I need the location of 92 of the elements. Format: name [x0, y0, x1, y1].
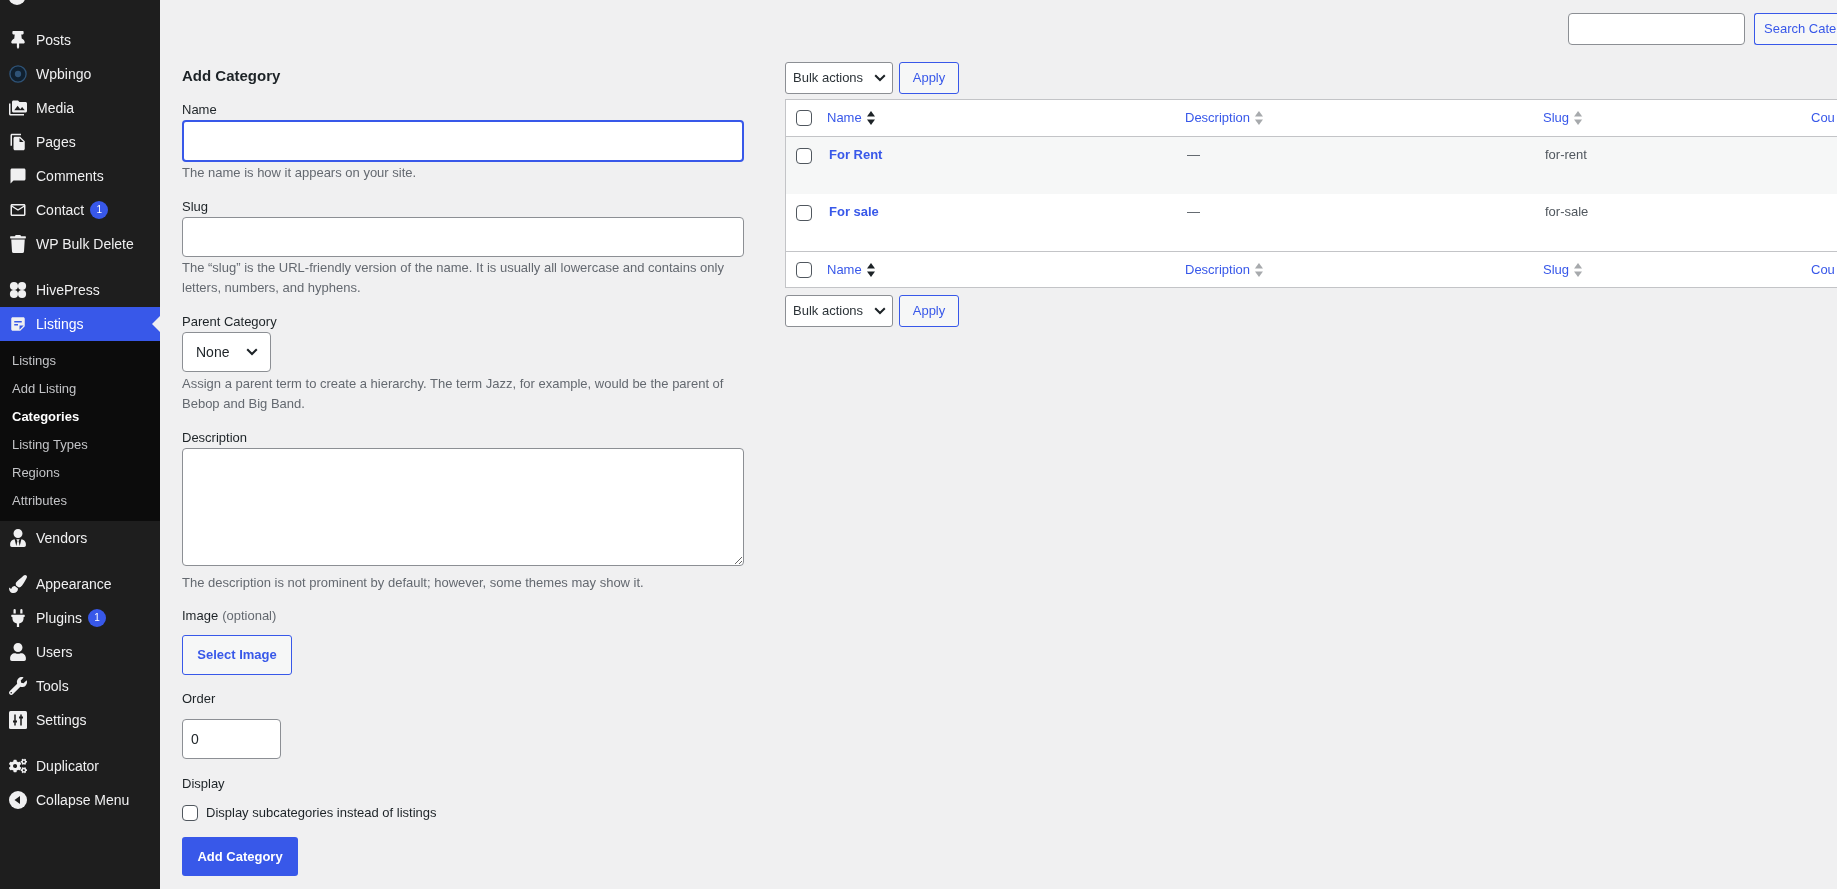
submenu-item[interactable]: Attributes	[0, 487, 160, 515]
circle-logo-icon	[9, 65, 27, 83]
column-header[interactable]: Name	[827, 108, 875, 128]
sidebar-item[interactable]: Plugins	[0, 601, 86, 635]
sidebar-item[interactable]: Appearance	[0, 567, 160, 601]
gears-icon	[9, 757, 27, 775]
sidebar-item[interactable]: Posts	[0, 23, 160, 57]
parent-category-select[interactable]: None	[182, 332, 271, 372]
sidebar-item[interactable]: Tools	[0, 669, 160, 703]
column-header[interactable]: Cou	[1811, 108, 1835, 128]
field-label: Parent Category	[182, 313, 277, 331]
chevron-down-icon	[874, 307, 886, 315]
user-icon	[9, 643, 27, 661]
sidebar-item[interactable]: Comments	[0, 159, 160, 193]
sidebar-item[interactable]: WP Bulk Delete	[0, 227, 160, 261]
field-label: Name	[182, 101, 217, 119]
sidebar-item[interactable]: Contact	[0, 193, 89, 227]
sidebar-item[interactable]: Wpbingo	[0, 57, 160, 91]
optional-note: (optional)	[222, 607, 277, 625]
chevron-down-icon	[246, 348, 258, 356]
plug-icon	[9, 609, 27, 627]
field-label: Display	[182, 775, 225, 793]
bulk-actions-select[interactable]: Bulk actions	[785, 62, 893, 94]
chevron-down-icon	[874, 74, 886, 82]
sidebar-item[interactable]: Vendors	[0, 521, 160, 555]
trash-icon	[9, 235, 27, 253]
wrench-icon	[9, 677, 27, 695]
sidebar-item[interactable]: Pages	[0, 125, 160, 159]
apply-button[interactable]: Apply	[899, 62, 959, 94]
submenu-item[interactable]: Listing Types	[0, 431, 160, 459]
sidebar-item[interactable]: Media	[0, 91, 160, 125]
form-title: Add Category	[182, 66, 281, 86]
search-field[interactable]	[1568, 13, 1745, 45]
flower-icon	[9, 281, 27, 299]
apply-button[interactable]: Apply	[899, 295, 959, 327]
text-field[interactable]	[182, 120, 744, 162]
add-category-button[interactable]: Add Category	[182, 837, 298, 876]
count-badge: 1	[87, 609, 106, 627]
field-label: Image	[182, 607, 219, 625]
checkbox[interactable]	[182, 805, 198, 821]
field-label: Order	[182, 690, 216, 708]
description-textarea[interactable]	[182, 448, 744, 566]
table-cell: —	[1187, 147, 1200, 162]
category-name-link[interactable]: For sale	[829, 204, 879, 219]
text-field[interactable]	[182, 217, 744, 257]
sidebar-item[interactable]: Listings	[0, 307, 160, 341]
pointer-notch-icon	[152, 316, 160, 332]
table-cell: for-sale	[1545, 204, 1589, 219]
bulk-actions-select[interactable]: Bulk actions	[785, 295, 893, 327]
sidebar-item[interactable]: Collapse Menu	[0, 783, 160, 817]
count-badge: 1	[90, 201, 109, 219]
sidebar-item[interactable]: Duplicator	[0, 749, 160, 783]
field-description: Assign a parent term to create a hierarchy. The term Jazz, for example, would be the parent of Bebop and Big Band.	[182, 375, 725, 413]
field-description: The “slug” is the URL-friendly version of the name. It is usually all lowercase and contains only letters, numbers, and hyphens.	[182, 259, 725, 297]
documents-icon	[9, 133, 27, 151]
field-description: The description is not prominent by default; however, some themes may show it.	[182, 574, 645, 592]
field-description: The name is how it appears on your site.	[182, 164, 418, 182]
column-header[interactable]: Name	[827, 259, 875, 280]
checkbox[interactable]	[796, 205, 812, 221]
user-tie-icon	[9, 529, 27, 547]
photos-icon	[9, 99, 27, 117]
category-name-link[interactable]: For Rent	[829, 147, 883, 162]
checkbox-label: Display subcategories instead of listings	[206, 804, 437, 823]
search-button[interactable]: Search Cate	[1754, 13, 1837, 45]
submenu-item[interactable]: Categories	[0, 403, 160, 431]
collapse-icon	[9, 791, 27, 809]
mail-icon	[9, 201, 27, 219]
sidebar-item[interactable]: Users	[0, 635, 160, 669]
sidebar-item[interactable]: Settings	[0, 703, 160, 737]
submenu-item[interactable]: Regions	[0, 459, 160, 487]
column-header[interactable]: Description	[1185, 108, 1264, 128]
speech-bubble-icon	[9, 167, 27, 185]
submenu-item[interactable]: Listings	[0, 347, 160, 375]
checkbox[interactable]	[796, 110, 812, 126]
table-cell: for-rent	[1545, 147, 1587, 162]
checkbox[interactable]	[796, 261, 812, 278]
column-header[interactable]: Cou	[1811, 259, 1835, 280]
sidebar-item[interactable]: HivePress	[0, 273, 160, 307]
checkbox[interactable]	[796, 148, 812, 164]
field-label: Description	[182, 429, 248, 447]
order-field[interactable]: 0	[182, 719, 281, 759]
select-image-button[interactable]: Select Image	[182, 635, 292, 675]
column-header[interactable]: Slug	[1543, 108, 1583, 128]
sliders-icon	[9, 711, 27, 729]
table-cell: —	[1187, 204, 1200, 219]
pin-icon	[9, 31, 27, 49]
column-header[interactable]: Slug	[1543, 259, 1583, 280]
field-label: Slug	[182, 198, 209, 216]
note-icon	[9, 315, 27, 333]
submenu-item[interactable]: Add Listing	[0, 375, 160, 403]
column-header[interactable]: Description	[1185, 259, 1264, 280]
paintbrush-icon	[9, 575, 27, 593]
